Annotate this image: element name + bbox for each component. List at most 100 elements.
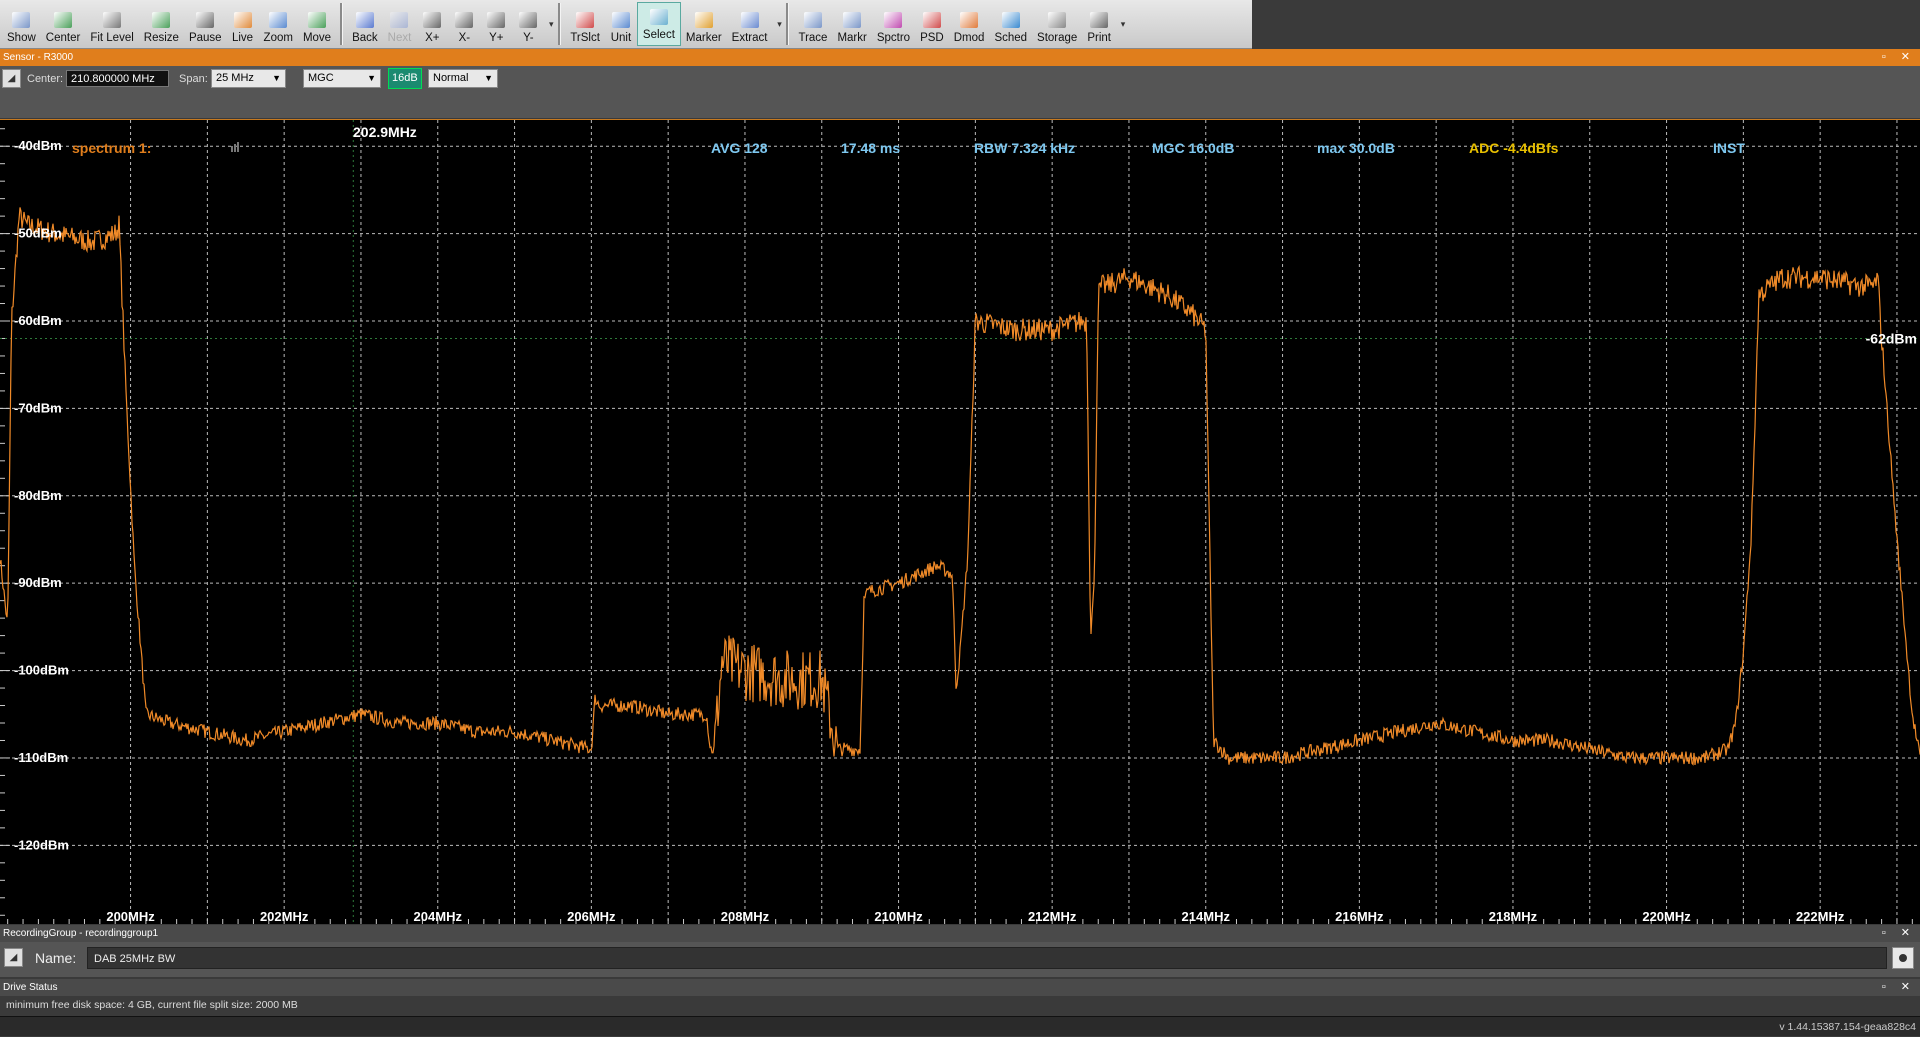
sensor-settings-icon[interactable]: ◢ <box>2 69 21 88</box>
toolbar-button-label: Live <box>231 32 254 44</box>
recording-window-controls[interactable]: ▫ ✕ <box>1882 925 1916 942</box>
toolbar-overflow-icon[interactable]: ▾ <box>774 0 784 48</box>
fit-level-icon <box>103 12 122 28</box>
x-axis-tick-label: 212MHz <box>1028 909 1077 924</box>
rbw-readout: RBW 7.324 kHz <box>974 140 1075 156</box>
sched-button[interactable]: Sched <box>989 0 1032 48</box>
unit-icon <box>611 12 630 28</box>
zoom-button[interactable]: Zoom <box>259 0 298 48</box>
sensor-controls: ◢ Center: 210.800000 MHz Span: 25 MHz ▼ … <box>0 66 1920 118</box>
unit-button[interactable]: Unit <box>605 0 637 48</box>
dmod-button[interactable]: Dmod <box>949 0 990 48</box>
next-button[interactable]: Next <box>383 0 417 48</box>
gain-value-button[interactable]: 16dB <box>388 68 422 89</box>
toolbar-button-label: Trace <box>798 32 828 44</box>
toolbar-button-label: Unit <box>610 32 632 44</box>
y-axis-tick-label: -100dBm <box>14 663 69 678</box>
recording-panel-title: RecordingGroup - recordinggroup1 ▫ ✕ <box>0 925 1920 942</box>
x-axis-tick-label: 200MHz <box>106 909 155 924</box>
signal-bars-icon <box>237 142 239 152</box>
span-label: Span: <box>179 72 208 85</box>
live-button[interactable]: Live <box>227 0 259 48</box>
move-button[interactable]: Move <box>298 0 336 48</box>
x--button[interactable]: X- <box>448 0 480 48</box>
recording-settings-icon[interactable]: ◢ <box>4 948 23 967</box>
storage-icon <box>1048 12 1067 28</box>
gain-mode-value: MGC <box>308 72 334 84</box>
toolbar-button-label: Pause <box>188 32 222 44</box>
spectrum-label: spectrum 1: <box>72 140 151 156</box>
x-axis-tick-label: 208MHz <box>721 909 770 924</box>
toolbar-overflow-icon[interactable]: ▾ <box>1118 0 1128 48</box>
toolbar-overflow-icon[interactable]: ▾ <box>546 0 556 48</box>
move-icon <box>308 12 327 28</box>
trace-icon <box>803 12 822 28</box>
dmod-icon <box>960 12 979 28</box>
markr-button[interactable]: Markr <box>832 0 871 48</box>
recording-name-input[interactable]: DAB 25MHz BW <box>87 947 1887 969</box>
spectrum-chart[interactable]: -40dBm -50dBm -60dBm -70dBm -80dBm -90dBm -100… <box>0 120 1920 924</box>
chevron-down-icon: ▼ <box>272 73 281 83</box>
resize-button[interactable]: Resize <box>139 0 184 48</box>
y-axis-tick-label: -110dBm <box>14 750 68 765</box>
marker-button[interactable]: Marker <box>681 0 727 48</box>
extract-icon <box>740 12 759 28</box>
toolbar-button-label: Center <box>45 32 81 44</box>
chevron-down-icon: ▼ <box>484 73 493 83</box>
x--button[interactable]: X+ <box>416 0 448 48</box>
back-button[interactable]: Back <box>347 0 383 48</box>
toolbar-button-label: Zoom <box>263 32 293 44</box>
toolbar-button-label: Markr <box>837 32 867 44</box>
spctro-button[interactable]: Spctro <box>872 0 915 48</box>
zoom-icon <box>269 12 288 28</box>
sensor-title-text: Sensor - R3000 <box>3 52 74 63</box>
y-axis-tick-label: -120dBm <box>14 837 69 852</box>
sensor-window-controls[interactable]: ▫ ✕ <box>1882 49 1916 66</box>
x-axis-tick-label: 214MHz <box>1182 909 1231 924</box>
toolbar-button-label: Dmod <box>953 32 985 44</box>
psd-icon <box>922 12 941 28</box>
select-button[interactable]: Select <box>636 2 681 46</box>
y-minus-icon <box>519 12 538 28</box>
storage-button[interactable]: Storage <box>1032 0 1082 48</box>
spectrum-trace <box>0 207 1920 766</box>
y-axis-tick-label: -60dBm <box>14 313 62 328</box>
toolbar-button-label: Resize <box>143 32 179 44</box>
y--button[interactable]: Y+ <box>480 0 512 48</box>
toolbar-button-label: PSD <box>920 32 944 44</box>
trace-button[interactable]: Trace <box>793 0 832 48</box>
y-axis-tick-label: -40dBm <box>14 138 62 153</box>
gain-mode-select[interactable]: MGC ▼ <box>303 69 381 88</box>
x-axis-tick-label: 202MHz <box>260 909 309 924</box>
span-select[interactable]: 25 MHz ▼ <box>211 69 286 88</box>
signal-bars-icon <box>231 146 233 152</box>
recording-title-text: RecordingGroup - recordinggroup1 <box>3 928 159 939</box>
pause-button[interactable]: Pause <box>184 0 227 48</box>
trslct-button[interactable]: TrSlct <box>565 0 605 48</box>
x-minus-icon <box>455 12 474 28</box>
show-button[interactable]: Show <box>2 0 41 48</box>
recording-controls: ◢ Name: DAB 25MHz BW <box>0 942 1920 977</box>
spectrum-display[interactable]: -40dBm -50dBm -60dBm -70dBm -80dBm -90dBm -100… <box>0 119 1920 924</box>
chevron-down-icon: ▼ <box>367 73 376 83</box>
fit-level-button[interactable]: Fit Level <box>85 0 138 48</box>
toolbar-group-3: TrSlct Unit Select Marker Extract <box>563 0 774 48</box>
toolbar-button-label: Storage <box>1037 32 1078 44</box>
drive-window-controls[interactable]: ▫ ✕ <box>1882 979 1916 996</box>
toolbar-button-label: Y- <box>523 32 534 44</box>
x-axis-tick-label: 216MHz <box>1335 909 1384 924</box>
record-button[interactable] <box>1892 947 1914 969</box>
extract-button[interactable]: Extract <box>727 0 773 48</box>
print-button[interactable]: Print <box>1082 0 1116 48</box>
main-toolbar: Show Center Fit Level Resize Pause Live Zoom Mo… <box>0 0 1252 49</box>
time-readout: 17.48 ms <box>841 140 900 156</box>
inst-readout: INST <box>1713 140 1745 156</box>
x-axis-tick-label: 206MHz <box>567 909 616 924</box>
center-frequency-input[interactable]: 210.800000 MHz <box>66 70 169 87</box>
detector-mode-select[interactable]: Normal ▼ <box>428 69 498 88</box>
toolbar-separator <box>786 3 790 45</box>
center-button[interactable]: Center <box>41 0 86 48</box>
psd-button[interactable]: PSD <box>915 0 949 48</box>
toolbar-button-label: X+ <box>425 32 440 44</box>
y--button[interactable]: Y- <box>512 0 544 48</box>
